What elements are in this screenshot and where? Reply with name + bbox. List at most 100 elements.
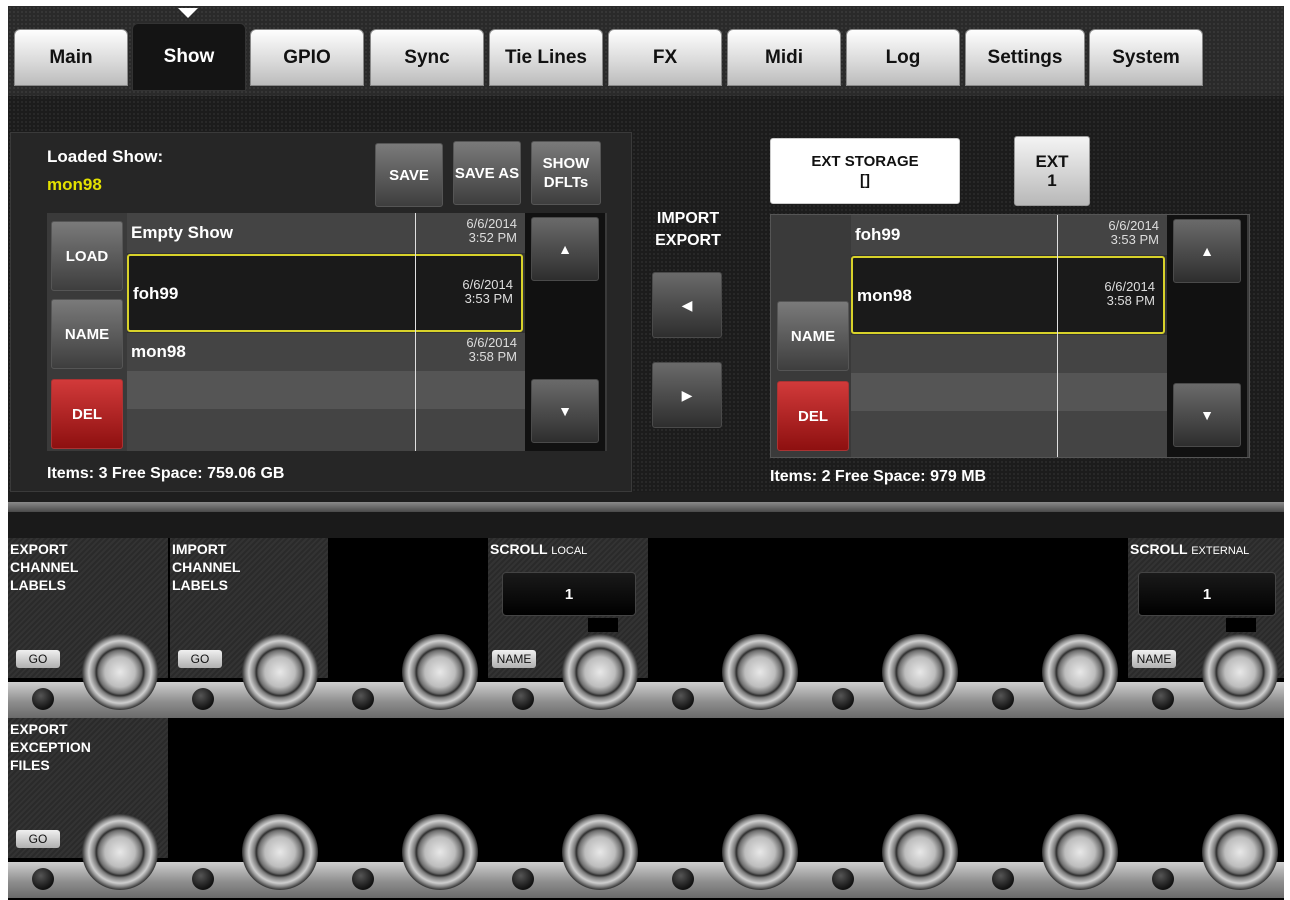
list-item[interactable]: mon98 6/6/2014 3:58 PM	[127, 333, 525, 371]
rotary-knob[interactable]	[882, 634, 958, 710]
export-arrow-right-icon[interactable]: ▶	[652, 362, 722, 428]
row-name: mon98	[857, 286, 912, 305]
load-button[interactable]: LOAD	[51, 221, 123, 291]
led-indicator-icon	[1152, 868, 1174, 890]
led-indicator-icon	[512, 688, 534, 710]
led-indicator-icon	[992, 688, 1014, 710]
tab-fx[interactable]: FX	[608, 29, 722, 86]
rotary-knob[interactable]	[882, 814, 958, 890]
led-indicator-icon	[832, 868, 854, 890]
list-item-empty	[851, 373, 1167, 411]
local-del-button[interactable]: DEL	[51, 379, 123, 449]
rotary-knob[interactable]	[1202, 634, 1278, 710]
tab-log[interactable]: Log	[846, 29, 960, 86]
ext-storage-label: EXT STORAGE	[811, 153, 919, 170]
rotary-knob[interactable]	[1042, 814, 1118, 890]
led-indicator-icon	[352, 688, 374, 710]
list-item[interactable]: foh99 6/6/2014 3:53 PM	[851, 215, 1167, 255]
go-button[interactable]: GO	[16, 650, 60, 668]
knob-strip-1: EXPORT CHANNEL LABELS GO IMPORT CHANNEL LABE…	[8, 538, 1284, 718]
scroll-down-icon[interactable]: ▼	[531, 379, 599, 443]
scroll-external-title: SCROLL EXTERNAL	[1130, 541, 1250, 557]
led-indicator-icon	[192, 688, 214, 710]
ext-drive-value: 1	[1047, 171, 1057, 190]
ext-drive-button[interactable]: EXT 1	[1014, 136, 1090, 206]
import-channel-labels-title: IMPORT CHANNEL LABELS	[172, 541, 241, 593]
meter-icon	[1226, 618, 1256, 632]
tab-gpio[interactable]: GPIO	[250, 29, 364, 86]
rotary-knob[interactable]	[82, 634, 158, 710]
local-name-button[interactable]: NAME	[51, 299, 123, 369]
scroll-external-display: 1	[1138, 572, 1276, 616]
list-item-selected[interactable]: foh99 6/6/2014 3:53 PM	[127, 254, 523, 332]
rotary-knob[interactable]	[722, 634, 798, 710]
led-indicator-icon	[832, 688, 854, 710]
row-name-loaded: mon98	[131, 342, 186, 361]
knob-strip-2: EXPORT EXCEPTION FILES GO	[8, 718, 1284, 900]
save-as-button[interactable]: SAVE AS	[453, 141, 521, 205]
led-indicator-icon	[672, 688, 694, 710]
row-date: 6/6/2014 3:53 PM	[462, 277, 513, 306]
section-divider	[8, 502, 1284, 512]
save-button[interactable]: SAVE	[375, 143, 443, 207]
rotary-knob[interactable]	[82, 814, 158, 890]
local-show-list: LOAD NAME DEL Empty Show 6/6/2014 3:52 PM…	[47, 213, 607, 451]
rotary-knob[interactable]	[562, 634, 638, 710]
ext-storage-button[interactable]: EXT STORAGE []	[770, 138, 960, 204]
import-export-label: IMPORT EXPORT	[655, 210, 721, 249]
ext-del-button[interactable]: DEL	[777, 381, 849, 451]
rotary-knob[interactable]	[562, 814, 638, 890]
scroll-up-icon[interactable]: ▲	[531, 217, 599, 281]
external-scrollbar[interactable]: ▲ ▼	[1167, 215, 1247, 457]
rotary-knob[interactable]	[402, 634, 478, 710]
rotary-knob[interactable]	[242, 634, 318, 710]
ext-drive-label: EXT	[1035, 152, 1069, 171]
external-show-list: NAME DEL foh99 6/6/2014 3:53 PM mon98 6/6…	[770, 214, 1250, 458]
local-storage-info: Items: 3 Free Space: 759.06 GB	[47, 465, 285, 482]
list-item-empty	[851, 335, 1167, 373]
tab-main[interactable]: Main	[14, 29, 128, 86]
local-shows-panel: Loaded Show: mon98 SAVE SAVE AS SHOW DFL…	[10, 132, 632, 492]
column-divider	[1057, 215, 1058, 457]
list-item[interactable]: Empty Show 6/6/2014 3:52 PM	[127, 213, 525, 253]
led-indicator-icon	[1152, 688, 1174, 710]
import-arrow-left-icon[interactable]: ◀	[652, 272, 722, 338]
scroll-down-icon[interactable]: ▼	[1173, 383, 1241, 447]
list-item-empty	[127, 371, 525, 409]
go-button[interactable]: GO	[16, 830, 60, 848]
rotary-knob[interactable]	[1202, 814, 1278, 890]
row-name: foh99	[133, 284, 179, 303]
ext-name-button[interactable]: NAME	[777, 301, 849, 371]
list-item-selected[interactable]: mon98 6/6/2014 3:58 PM	[851, 256, 1165, 334]
led-indicator-icon	[192, 868, 214, 890]
external-storage-info: Items: 2 Free Space: 979 MB	[770, 468, 987, 485]
led-indicator-icon	[992, 868, 1014, 890]
led-indicator-icon	[352, 868, 374, 890]
rotary-knob[interactable]	[242, 814, 318, 890]
rotary-knob[interactable]	[1042, 634, 1118, 710]
row-date: 6/6/2014 3:52 PM	[466, 216, 517, 245]
export-exception-files-title: EXPORT EXCEPTION FILES	[10, 721, 91, 773]
led-indicator-icon	[672, 868, 694, 890]
go-button[interactable]: GO	[178, 650, 222, 668]
row-name: foh99	[855, 225, 901, 244]
export-channel-labels-title: EXPORT CHANNEL LABELS	[10, 541, 79, 593]
scroll-up-icon[interactable]: ▲	[1173, 219, 1241, 283]
tab-midi[interactable]: Midi	[727, 29, 841, 86]
tab-sync[interactable]: Sync	[370, 29, 484, 86]
list-item-empty	[851, 411, 1167, 457]
name-button[interactable]: NAME	[1132, 650, 1176, 668]
tab-tie-lines[interactable]: Tie Lines	[489, 29, 603, 86]
name-button[interactable]: NAME	[492, 650, 536, 668]
row-name: Empty Show	[131, 223, 234, 242]
local-scrollbar[interactable]: ▲ ▼	[525, 213, 605, 451]
rotary-knob[interactable]	[402, 814, 478, 890]
tab-settings[interactable]: Settings	[965, 29, 1085, 86]
scroll-local-title: SCROLL LOCAL	[490, 541, 588, 557]
scroll-local-display: 1	[502, 572, 636, 616]
show-defaults-button[interactable]: SHOW DFLTs	[531, 141, 601, 205]
tab-show[interactable]: Show	[132, 23, 246, 91]
tab-system[interactable]: System	[1089, 29, 1203, 86]
rotary-knob[interactable]	[722, 814, 798, 890]
row-date: 6/6/2014 3:53 PM	[1108, 218, 1159, 247]
